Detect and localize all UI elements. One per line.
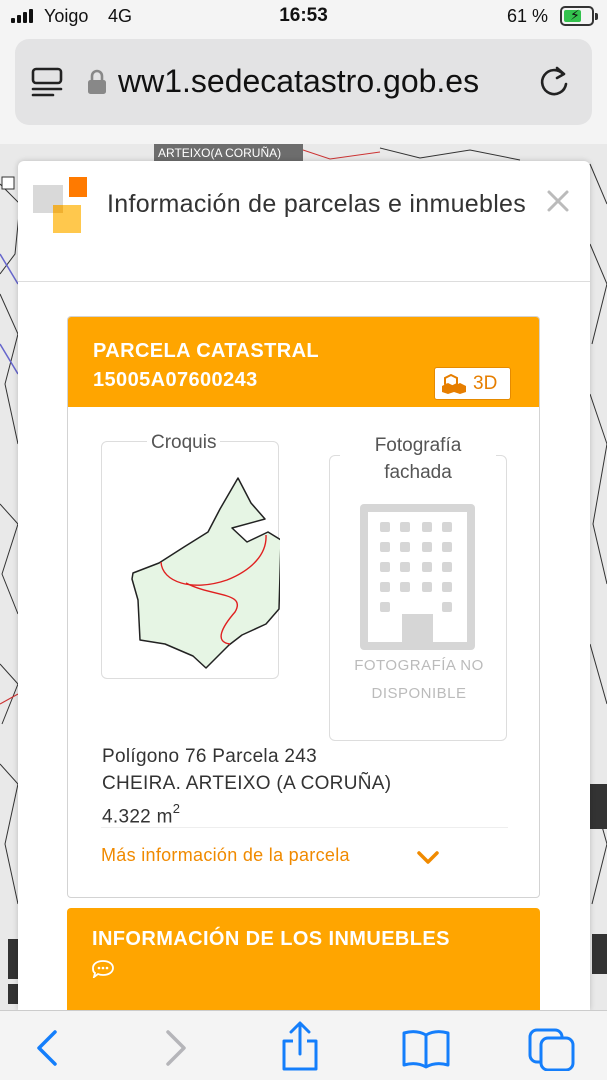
parcel-area-value: 4.322 m [102,806,173,828]
property-info-heading: INFORMACIÓN DE LOS INMUEBLES [92,928,450,950]
battery-percent: 61 % [507,6,549,26]
map-location-label: ARTEIXO(A CORUÑA) [154,144,303,162]
view-3d-label: 3D [473,373,498,394]
property-info-card[interactable]: INFORMACIÓN DE LOS INMUEBLES [67,908,540,1010]
battery-tip [595,13,598,20]
parcel-polygon: Polígono 76 Parcela 243 [102,746,317,767]
lock-icon [88,69,106,94]
parcel-heading-label: PARCELA CATASTRAL [93,340,320,362]
forward-icon[interactable] [150,1021,200,1071]
cubes-icon [442,374,466,394]
parcel-area-exponent: 2 [172,801,181,816]
close-icon[interactable] [544,187,572,215]
parcel-heading: PARCELA CATASTRAL 15005A07600243 [93,337,319,395]
address-bar[interactable]: ww1.sedecatastro.gob.es [15,39,592,125]
parcel-info-modal: Información de parcelas e inmuebles PARC… [18,161,590,1010]
croquis-sketch[interactable]: Croquis [101,432,280,679]
parcel-locality: CHEIRA. ARTEIXO (A CORUÑA) [102,773,392,794]
bookmarks-icon[interactable] [401,1021,451,1071]
comment-icon [92,960,114,978]
url-text[interactable]: ww1.sedecatastro.gob.es [118,63,479,100]
tabs-icon[interactable] [527,1021,577,1071]
browser-toolbar [0,1010,607,1080]
view-3d-button[interactable]: 3D [434,367,511,400]
photo-unavailable-text: FOTOGRAFÍA NO DISPONIBLE [354,657,484,702]
building-icon [360,504,475,650]
modal-title: Información de parcelas e inmuebles [107,190,527,218]
facade-photo-label: Fotografía fachada [340,432,496,486]
parcel-sketch-drawing [131,477,280,669]
croquis-label: Croquis [147,432,221,454]
battery-icon: ⚡ [560,6,594,26]
parcel-reference: 15005A07600243 [93,369,258,391]
parcel-card-header: PARCELA CATASTRAL 15005A07600243 3D [68,317,539,407]
parcel-location-info: Polígono 76 Parcela 243 CHEIRA. ARTEIXO … [102,743,508,830]
status-bar: Yoigo 4G 16:53 61 % ⚡ [0,0,607,34]
reload-icon[interactable] [537,65,571,99]
catastro-logo [33,177,87,233]
reader-icon[interactable] [31,67,63,97]
facade-photo-box: Fotografía fachada FOTOGRAFÍA NO DISPONI… [329,432,507,741]
info-divider [101,827,508,828]
parcel-area: 4.322 m2 [102,797,508,830]
parcel-card: PARCELA CATASTRAL 15005A07600243 3D Croq… [67,316,540,898]
browser-address-area: ww1.sedecatastro.gob.es [0,34,607,144]
modal-header: Información de parcelas e inmuebles [18,161,590,282]
chevron-down-icon[interactable] [416,849,440,867]
back-icon[interactable] [21,1021,71,1071]
share-icon[interactable] [275,1021,325,1071]
more-parcel-info-link[interactable]: Más información de la parcela [101,845,350,866]
